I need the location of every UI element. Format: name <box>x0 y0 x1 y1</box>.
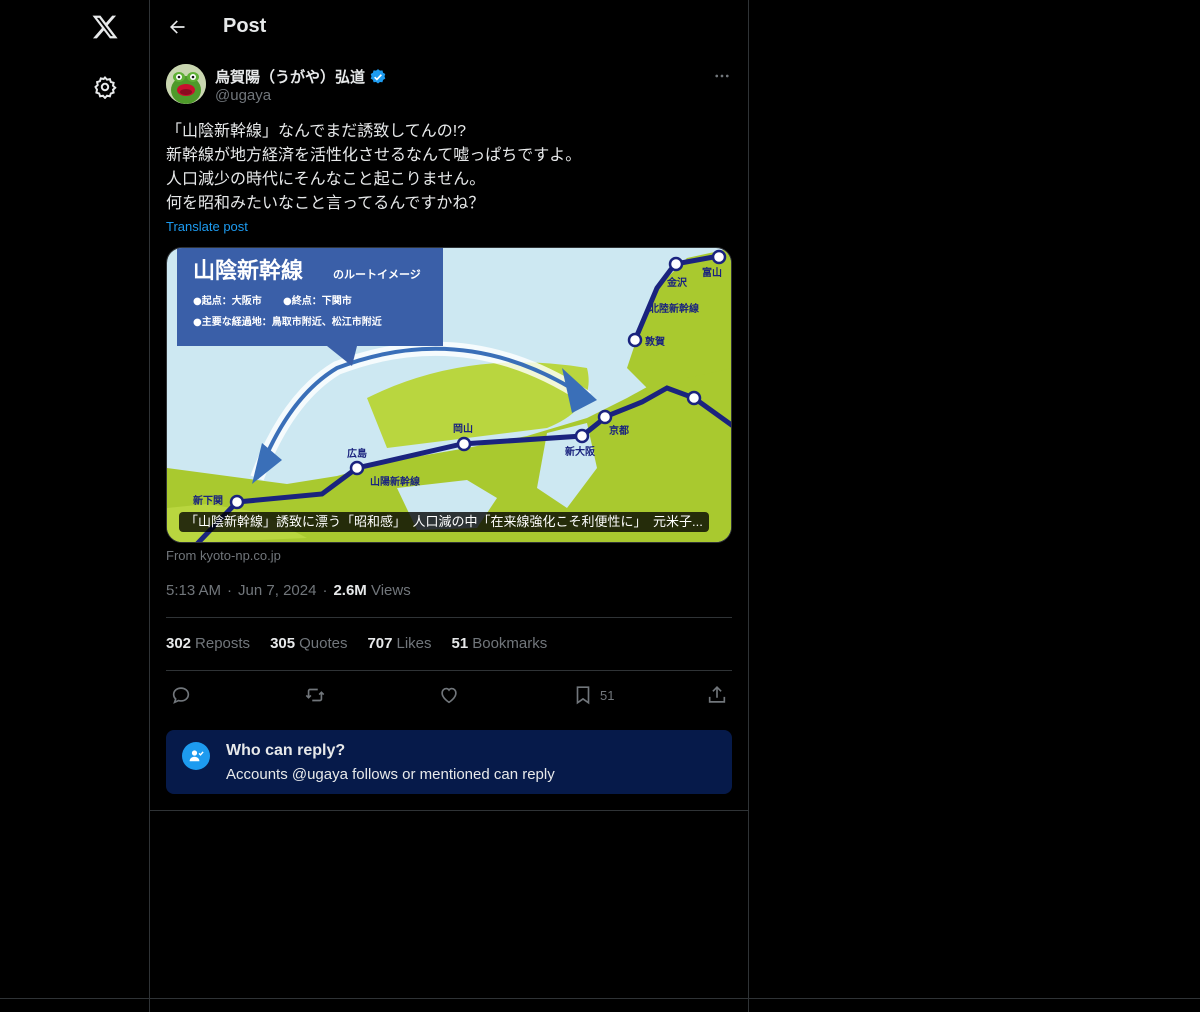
quotes-label: Quotes <box>299 635 348 652</box>
divider <box>166 617 732 618</box>
tweet-line: 「山陰新幹線」なんでまだ誘致してんの!? <box>166 123 467 140</box>
map-waypoints: ●主要な経過地：鳥取市附近、松江市附近 <box>193 315 382 328</box>
views-label: Views <box>370 582 411 599</box>
left-nav <box>0 0 149 1012</box>
more-options-button[interactable] <box>710 64 734 88</box>
who-can-reply-box: Who can reply? Accounts @ugaya follows o… <box>166 730 732 794</box>
tweet-time[interactable]: 5:13 AM <box>166 582 221 599</box>
map-line-label: 北陸新幹線 <box>649 302 699 315</box>
reply-icon <box>172 687 190 704</box>
bookmarks-count: 51 <box>451 635 469 652</box>
translate-post-link[interactable]: Translate post <box>166 219 248 234</box>
bookmark-button[interactable]: 51 <box>572 682 614 708</box>
bookmark-icon <box>576 686 590 705</box>
arrow-left-icon <box>170 20 185 34</box>
map-station-label: 新大阪 <box>565 445 596 458</box>
like-button[interactable] <box>438 682 460 708</box>
tweet-line: 新幹線が地方経済を活性化させるなんて嘘っぱちですよ。 <box>166 147 582 164</box>
map-station-label: 岡山 <box>453 422 473 435</box>
gear-icon[interactable] <box>88 70 122 104</box>
reposts-label: Reposts <box>195 635 251 652</box>
map-title: 山陰新幹線 <box>193 258 303 284</box>
action-bar: 51 <box>166 682 732 708</box>
verified-badge-icon <box>370 68 386 84</box>
heart-icon <box>441 687 457 704</box>
map-station-label: 敦賀 <box>645 335 665 348</box>
quotes-count: 305 <box>270 635 296 652</box>
bookmark-count: 51 <box>600 687 615 703</box>
kermit-avatar-image <box>166 64 206 104</box>
bookmarks-label: Bookmarks <box>472 635 548 652</box>
map-origin: ●起点：大阪市 <box>193 294 262 307</box>
repost-icon <box>305 688 325 702</box>
likes-label: Likes <box>396 635 432 652</box>
page-title: Post <box>223 15 267 37</box>
more-dots-icon <box>715 74 729 78</box>
header: Post <box>150 0 748 55</box>
meta-separator: · <box>322 582 328 599</box>
author-name[interactable]: 烏賀陽（うがや）弘道 <box>215 66 387 87</box>
repost-button[interactable] <box>304 682 326 708</box>
engagement-stats: 302 Reposts 305 Quotes 707 Likes 51 Bookmark… <box>166 635 547 652</box>
divider <box>166 670 732 671</box>
share-icon <box>708 686 726 703</box>
map-station-label: 広島 <box>347 447 367 460</box>
route-map-image: 金沢 富山 北陸新幹線 敦賀 京都 新大阪 岡山 広島 山陽新幹線 新下関 山陰… <box>167 248 731 542</box>
divider <box>0 998 1200 999</box>
reply-box-title: Who can reply? <box>226 742 346 759</box>
reposts-stat[interactable]: 302 Reposts <box>166 635 250 652</box>
card-source[interactable]: From kyoto-np.co.jp <box>166 548 281 563</box>
reply-box-subtitle: Accounts @ugaya follows or mentioned can… <box>226 766 555 783</box>
reply-button[interactable] <box>170 682 192 708</box>
bookmarks-stat[interactable]: 51 Bookmarks <box>452 635 548 652</box>
main-column: Post 烏賀陽（うがや）弘道 @ugaya 「山陰新幹線」なんでまだ誘致してん… <box>149 0 749 1012</box>
tweet-line: 何を昭和みたいなこと言ってるんですかね？ <box>166 195 485 212</box>
avatar[interactable] <box>166 64 206 104</box>
map-station-label: 金沢 <box>666 276 688 289</box>
likes-stat[interactable]: 707 Likes <box>367 635 431 652</box>
author-handle[interactable]: @ugaya <box>215 87 271 104</box>
map-station-label: 京都 <box>609 424 629 437</box>
views-count: 2.6M Views <box>333 582 410 599</box>
tweet-line: 人口減少の時代にそんなこと起こりません。 <box>166 171 486 188</box>
author-display-name: 烏賀陽（うがや）弘道 <box>215 69 366 86</box>
tweet-text: 「山陰新幹線」なんでまだ誘致してんの!? 新幹線が地方経済を活性化させるなんて嘘… <box>166 120 732 216</box>
meta-separator: · <box>227 582 233 599</box>
views-number: 2.6M <box>333 582 367 599</box>
map-station-label: 富山 <box>702 266 722 279</box>
tweet-date[interactable]: Jun 7, 2024 <box>238 582 316 599</box>
card-caption: 「山陰新幹線」誘致に漂う「昭和感」 人口減の中「在来線強化こそ利便性に」 元米子… <box>179 512 709 532</box>
map-station-label: 新下関 <box>193 494 223 507</box>
reposts-count: 302 <box>166 635 192 652</box>
link-card[interactable]: 金沢 富山 北陸新幹線 敦賀 京都 新大阪 岡山 広島 山陽新幹線 新下関 山陰… <box>166 247 732 543</box>
quotes-stat[interactable]: 305 Quotes <box>270 635 347 652</box>
divider <box>150 810 748 811</box>
share-button[interactable] <box>706 682 728 708</box>
map-line-label: 山陽新幹線 <box>370 475 420 488</box>
tweet-meta: 5:13 AM · Jun 7, 2024 · 2.6M Views <box>166 582 411 599</box>
x-logo-icon[interactable] <box>88 10 122 44</box>
back-button[interactable] <box>162 12 192 42</box>
map-terminus: ●終点：下関市 <box>283 294 352 307</box>
map-subtitle: のルートイメージ <box>333 268 421 281</box>
user-check-icon <box>182 742 210 770</box>
likes-count: 707 <box>367 635 393 652</box>
